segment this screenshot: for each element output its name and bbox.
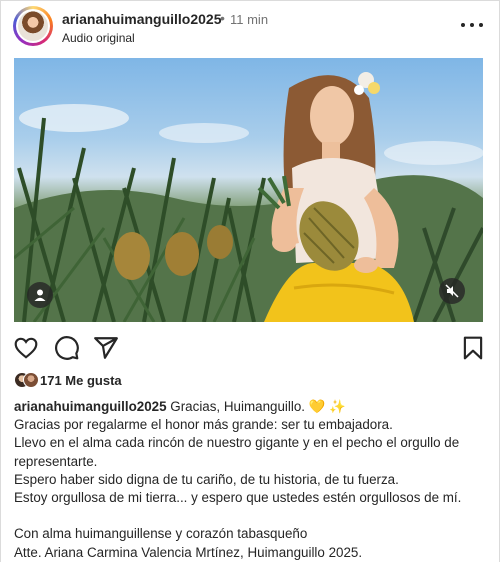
video-frame-illustration: [14, 72, 483, 322]
post-username[interactable]: arianahuimanguillo2025: [62, 11, 222, 27]
sparkles-emoji: ✨: [329, 399, 346, 414]
avatar[interactable]: [13, 6, 53, 46]
liked-by-avatars[interactable]: [14, 372, 40, 388]
separator-dot: •: [220, 10, 225, 26]
share-icon[interactable]: [93, 335, 119, 361]
caption-username[interactable]: arianahuimanguillo2025: [14, 399, 167, 414]
yellow-heart-emoji: 💛: [308, 399, 326, 414]
likes-count[interactable]: 171 Me gusta: [40, 373, 122, 388]
caption-signature: Atte. Ariana Carmina Valencia Mrtínez, H…: [14, 544, 363, 560]
muted-speaker-icon[interactable]: [439, 278, 465, 304]
action-bar: [1, 331, 499, 365]
caption-first-line: Gracias, Huimanguillo.: [170, 399, 306, 414]
caption-closing: Con alma huimanguillense y corazón tabas…: [14, 526, 308, 542]
post-caption: arianahuimanguillo2025 Gracias, Huimangu…: [14, 398, 486, 562]
post-video[interactable]: [14, 58, 483, 322]
caption-line: Llevo en el alma cada rincón de nuestro …: [14, 435, 460, 469]
audio-label[interactable]: Audio original: [62, 31, 135, 45]
bookmark-icon[interactable]: [460, 335, 486, 361]
caption-line: Espero haber sido digna de tu cariño, de…: [14, 471, 399, 487]
post-time[interactable]: 11 min: [230, 12, 268, 27]
tagged-user-icon[interactable]: [27, 282, 53, 308]
caption-line: Gracias por regalarme el honor más grand…: [14, 417, 393, 433]
comment-icon[interactable]: [54, 335, 80, 361]
heart-icon[interactable]: [13, 335, 39, 361]
instagram-post: arianahuimanguillo2025 • 11 min Audio or…: [0, 0, 500, 562]
more-options-icon[interactable]: [461, 15, 483, 35]
post-header: arianahuimanguillo2025 • 11 min Audio or…: [1, 1, 499, 55]
caption-line: Estoy orgullosa de mi tierra... y espero…: [14, 490, 462, 506]
